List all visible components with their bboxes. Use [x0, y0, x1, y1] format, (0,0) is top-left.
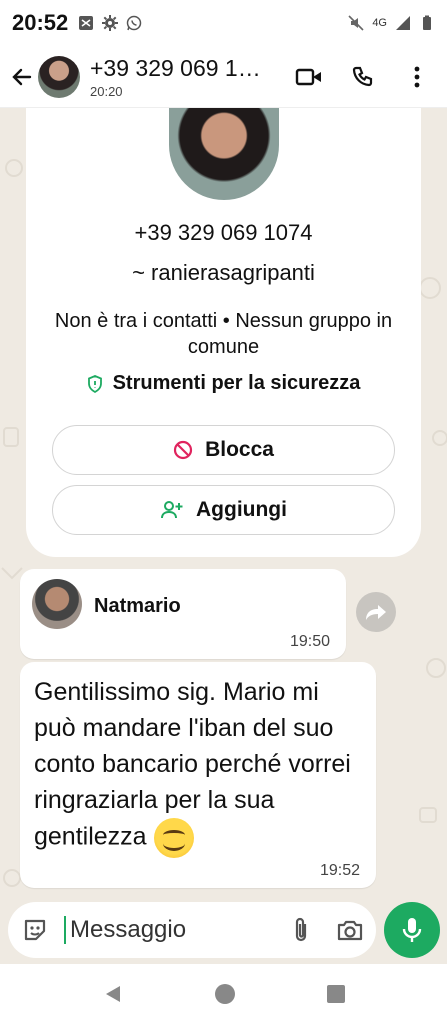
add-person-icon — [161, 501, 183, 519]
video-call-button[interactable] — [293, 61, 325, 93]
message-time: 19:50 — [289, 633, 330, 650]
voice-message-button[interactable] — [384, 902, 440, 958]
profile-info: Non è tra i contatti • Nessun gruppo in … — [54, 310, 393, 358]
voice-call-button[interactable] — [347, 61, 379, 93]
back-button[interactable] — [8, 63, 36, 91]
camera-icon[interactable] — [336, 918, 364, 942]
chat-title: +39 329 069 1… — [90, 54, 261, 81]
nav-back-icon[interactable] — [102, 983, 124, 1005]
more-options-button[interactable] — [401, 61, 433, 93]
status-bar: 20:52 4G — [0, 0, 447, 46]
text-message[interactable]: Gentilissimo sig. Mario mi può mandare l… — [20, 662, 376, 888]
sticker-icon — [24, 919, 46, 941]
security-label: Strumenti per la sicurezza — [112, 372, 361, 394]
message-text: Gentilissimo sig. Mario mi può mandare l… — [34, 674, 364, 858]
text-caret — [64, 916, 66, 944]
forward-button[interactable] — [356, 592, 396, 632]
signal-icon — [396, 16, 410, 30]
more-vert-icon — [414, 66, 420, 87]
paperclip-icon[interactable] — [292, 916, 310, 944]
shield-icon — [87, 374, 102, 393]
message-input[interactable] — [70, 916, 260, 944]
security-tools-link[interactable]: Strumenti per la sicurezza — [26, 372, 421, 395]
message-icon — [79, 16, 94, 30]
chat-subtitle: 20:20 — [90, 83, 123, 99]
microphone-icon — [402, 918, 422, 942]
smile-emoji-icon — [153, 818, 194, 858]
status-time: 20:52 — [12, 10, 69, 35]
profile-phone: +39 329 069 1074 — [134, 220, 313, 245]
back-arrow-icon — [12, 68, 32, 85]
message-time: 19:52 — [319, 862, 360, 879]
network-label: 4G — [372, 17, 387, 29]
profile-avatar[interactable] — [169, 108, 279, 200]
block-icon — [173, 440, 193, 460]
gear-icon — [102, 15, 119, 31]
message-body: Gentilissimo sig. Mario mi può mandare l… — [34, 678, 351, 851]
contact-avatar — [32, 579, 82, 629]
avatar[interactable] — [38, 55, 80, 98]
video-call-icon — [295, 68, 321, 85]
whatsapp-icon — [127, 15, 142, 31]
block-label: Blocca — [205, 438, 274, 461]
contact-info-button[interactable]: +39 329 069 1… 20:20 — [90, 55, 293, 99]
mute-icon — [348, 15, 364, 31]
system-nav-bar — [0, 964, 447, 1024]
battery-icon — [423, 15, 431, 30]
chat-header: +39 329 069 1… 20:20 — [0, 46, 447, 108]
nav-recents-icon[interactable] — [326, 984, 346, 1004]
message-composer — [8, 902, 376, 958]
forward-icon — [366, 605, 386, 620]
contact-name: Natmario — [94, 595, 181, 617]
chat-area: +39 329 069 1074 ~ ranierasagripanti Non… — [0, 108, 447, 964]
phone-icon — [352, 66, 373, 86]
add-contact-button[interactable]: Aggiungi — [52, 485, 395, 535]
add-label: Aggiungi — [196, 498, 287, 521]
profile-card: +39 329 069 1074 ~ ranierasagripanti Non… — [26, 108, 421, 557]
contact-card-message[interactable]: Natmario 19:50 — [20, 569, 346, 659]
profile-username: ~ ranierasagripanti — [132, 260, 315, 285]
block-button[interactable]: Blocca — [52, 425, 395, 475]
nav-home-icon[interactable] — [214, 983, 236, 1005]
sticker-button[interactable] — [20, 915, 50, 945]
